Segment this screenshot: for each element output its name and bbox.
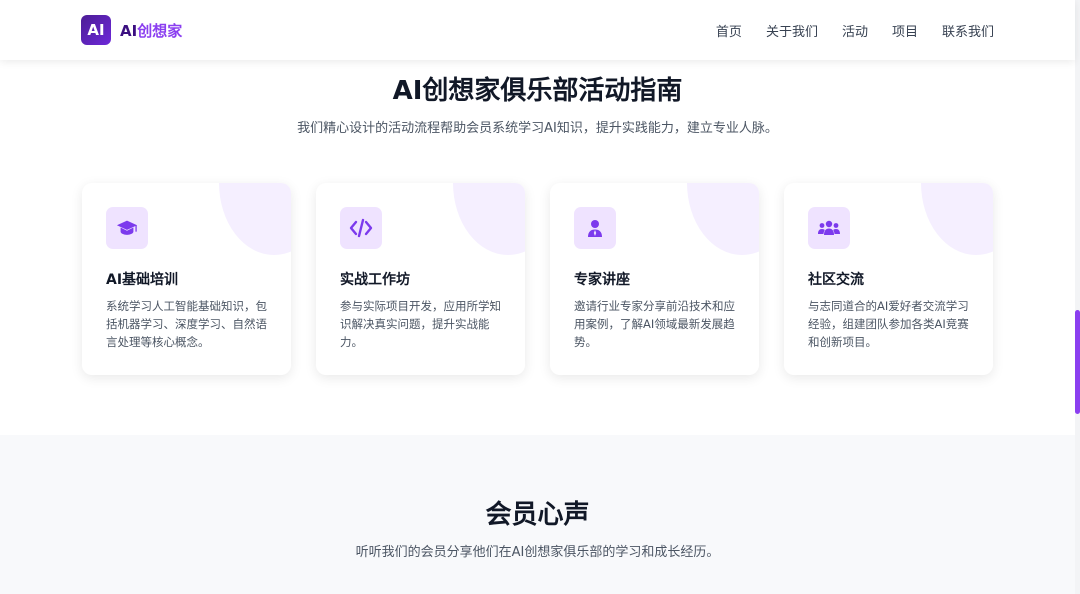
card-decoration	[687, 183, 759, 255]
card-decoration	[219, 183, 291, 255]
page: AI AI创想家 首页 关于我们 活动 项目 联系我们 AI创想家俱乐部活动指南…	[0, 0, 1080, 594]
presenter-icon	[588, 220, 602, 237]
activity-card-training[interactable]: AI基础培训 系统学习人工智能基础知识，包括机器学习、深度学习、自然语言处理等核…	[82, 183, 291, 375]
card-description: 邀请行业专家分享前沿技术和应用案例，了解AI领域最新发展趋势。	[574, 299, 735, 349]
card-title: 社区交流	[808, 272, 864, 288]
card-title: 专家讲座	[574, 272, 630, 288]
nav-about[interactable]: 关于我们	[766, 21, 818, 40]
logo-badge: AI	[81, 15, 111, 45]
card-decoration	[921, 183, 993, 255]
logo-text-rest: 创想家	[137, 21, 183, 40]
scrollbar-thumb[interactable]	[1075, 310, 1080, 414]
logo-text-prefix: AI	[120, 21, 138, 40]
card-icon-box	[808, 207, 850, 249]
card-description: 参与实际项目开发，应用所学知识解决真实问题，提升实战能力。	[340, 299, 501, 349]
main-nav: 首页 关于我们 活动 项目 联系我们	[716, 21, 994, 40]
nav-home[interactable]: 首页	[716, 21, 742, 40]
card-decoration	[453, 183, 525, 255]
logo[interactable]: AI AI创想家	[81, 15, 182, 45]
testimonials-title: 会员心声	[485, 500, 590, 530]
activities-title: AI创想家俱乐部活动指南	[392, 76, 683, 106]
nav-activities[interactable]: 活动	[842, 21, 868, 40]
graduation-cap-icon	[116, 220, 138, 235]
card-title: AI基础培训	[106, 272, 179, 288]
scrollbar-track[interactable]	[1075, 0, 1080, 594]
testimonials-subtitle: 听听我们的会员分享他们在AI创想家俱乐部的学习和成长经历。	[355, 545, 720, 560]
activity-card-community[interactable]: 社区交流 与志同道合的AI爱好者交流学习经验，组建团队参加各类AI竞赛和创新项目…	[784, 183, 993, 375]
card-icon-box	[574, 207, 616, 249]
card-title: 实战工作坊	[340, 272, 410, 288]
activities-subtitle: 我们精心设计的活动流程帮助会员系统学习AI知识，提升实践能力，建立专业人脉。	[297, 121, 778, 136]
community-icon	[818, 220, 840, 235]
card-icon-box	[340, 207, 382, 249]
site-header: AI AI创想家 首页 关于我们 活动 项目 联系我们	[0, 0, 1075, 60]
card-description: 与志同道合的AI爱好者交流学习经验，组建团队参加各类AI竞赛和创新项目。	[808, 299, 969, 349]
activity-card-workshop[interactable]: 实战工作坊 参与实际项目开发，应用所学知识解决真实问题，提升实战能力。	[316, 183, 525, 375]
code-icon	[349, 218, 373, 238]
logo-text: AI创想家	[120, 20, 182, 41]
nav-contact[interactable]: 联系我们	[942, 21, 994, 40]
activity-card-lecture[interactable]: 专家讲座 邀请行业专家分享前沿技术和应用案例，了解AI领域最新发展趋势。	[550, 183, 759, 375]
card-description: 系统学习人工智能基础知识，包括机器学习、深度学习、自然语言处理等核心概念。	[106, 299, 267, 349]
nav-projects[interactable]: 项目	[892, 21, 918, 40]
card-icon-box	[106, 207, 148, 249]
